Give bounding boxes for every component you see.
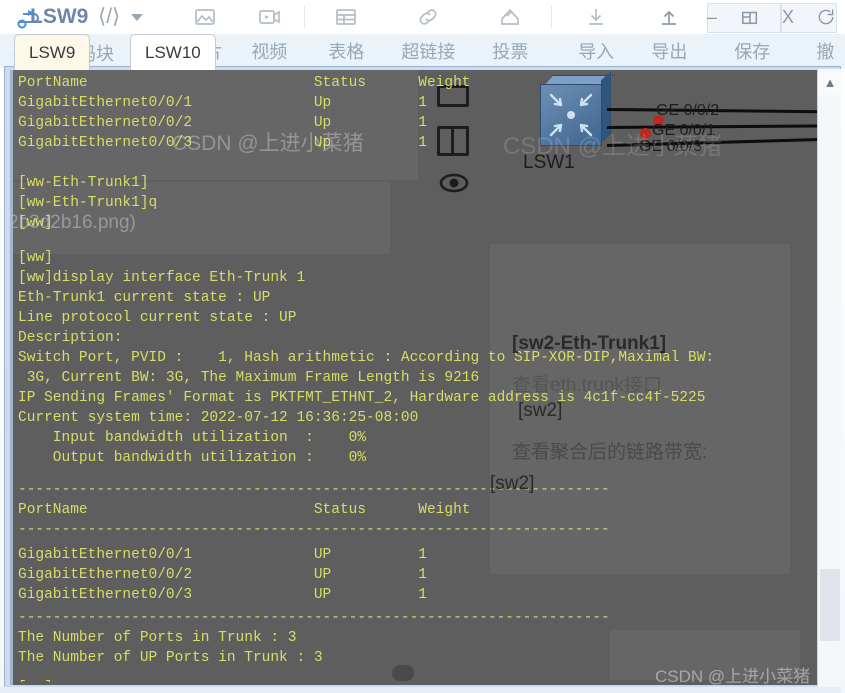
term-line-prompt: [ww] (18, 678, 53, 682)
maximize-button[interactable] (731, 2, 769, 32)
term-line: [ww]display interface Eth-Trunk 1 (18, 270, 306, 286)
term-line: GigabitEthernet0/0/1 UP 1 (18, 547, 427, 563)
term-line: GigabitEthernet0/0/3 UP 1 (18, 587, 427, 603)
device-label-lsw1: LSW1 (523, 152, 575, 173)
import-icon[interactable] (552, 5, 640, 29)
window-controls: – X (693, 0, 845, 34)
switch-device-icon[interactable] (540, 71, 615, 146)
app-title: LSW9 (30, 5, 89, 28)
ensp-window: LSW1 GE 0/0/2 GE 0/0/1 GE 0/0/3 CSDN @上进… (4, 66, 841, 689)
label-hyperlink[interactable]: 超链接 (387, 38, 469, 64)
tab-lsw10[interactable]: LSW10 (130, 34, 216, 70)
term-line: GigabitEthernet0/0/3 Up 1 (18, 135, 427, 151)
topology-canvas[interactable]: LSW1 GE 0/0/2 GE 0/0/1 GE 0/0/3 CSDN @上进… (415, 70, 834, 685)
horizontal-scroll-thumb[interactable] (392, 665, 414, 681)
minimize-button[interactable]: – (693, 2, 731, 32)
scroll-up-icon[interactable]: ▲ (818, 69, 842, 95)
single-window-icon[interactable] (437, 85, 469, 107)
video-icon[interactable] (234, 5, 304, 29)
term-line: 3G, Current BW: 3G, The Maximum Frame Le… (18, 370, 480, 386)
table-icon[interactable] (305, 5, 387, 29)
term-line: [ww] (18, 215, 53, 231)
label-save[interactable]: 保存 (699, 38, 806, 64)
vertical-scrollbar[interactable]: ▲ (817, 69, 842, 689)
chevron-down-icon[interactable] (131, 14, 143, 21)
port-label-ge-0-0-3: GE 0/0/3 (639, 138, 703, 155)
term-line: GigabitEthernet0/0/2 Up 1 (18, 115, 427, 131)
code-block-icon[interactable]: ⟨/⟩ (98, 4, 120, 29)
term-line: Eth-Trunk1 current state : UP (18, 290, 271, 306)
term-line: [ww-Eth-Trunk1]q (18, 195, 158, 211)
close-button[interactable]: X (769, 2, 807, 32)
split-window-icon[interactable] (437, 126, 469, 156)
term-line: PortName Status Weight (18, 75, 471, 91)
ghost-panel-1 (10, 70, 418, 180)
refresh-icon[interactable] (807, 2, 845, 32)
label-undo[interactable]: 撤 (806, 38, 845, 64)
label-import[interactable]: 导入 (552, 38, 640, 64)
term-line: Current system time: 2022-07-12 16:36:25… (18, 410, 419, 426)
term-line: The Number of UP Ports in Trunk : 3 (18, 650, 323, 666)
ensp-window-content: LSW1 GE 0/0/2 GE 0/0/1 GE 0/0/3 CSDN @上进… (10, 70, 834, 685)
label-vote[interactable]: 投票 (469, 38, 551, 64)
term-line: Input bandwidth utilization : 0% (18, 430, 367, 446)
term-line: Line protocol current state : UP (18, 310, 297, 326)
eye-icon[interactable] (437, 172, 471, 194)
image-icon[interactable] (176, 5, 235, 29)
term-line: GigabitEthernet0/0/2 UP 1 (18, 567, 427, 583)
horizontal-scrollbar[interactable] (0, 687, 841, 693)
term-line: PortName Status Weight (18, 502, 471, 518)
hyperlink-icon[interactable] (387, 5, 469, 29)
term-line: [ww] (18, 250, 53, 266)
term-line: [ww-Eth-Trunk1] (18, 175, 149, 191)
term-line: GigabitEthernet0/0/1 Up 1 (18, 95, 427, 111)
term-line: The Number of Ports in Trunk : 3 (18, 630, 297, 646)
port-label-ge-0-0-2: GE 0/0/2 (656, 102, 720, 119)
terminal-left-edge (10, 70, 13, 685)
vote-icon[interactable] (469, 5, 551, 29)
label-export[interactable]: 导出 (640, 38, 699, 64)
term-line: Description: (18, 330, 123, 346)
ghost-panel-2 (10, 182, 390, 254)
ensp-tab-strip: LSW9 LSW10 (0, 30, 340, 70)
export-icon[interactable] (640, 5, 699, 29)
link-line-1 (606, 108, 834, 114)
term-line: Output bandwidth utilization : 0% (18, 450, 367, 466)
tab-lsw9[interactable]: LSW9 (14, 34, 91, 70)
vertical-scroll-thumb[interactable] (820, 569, 840, 641)
